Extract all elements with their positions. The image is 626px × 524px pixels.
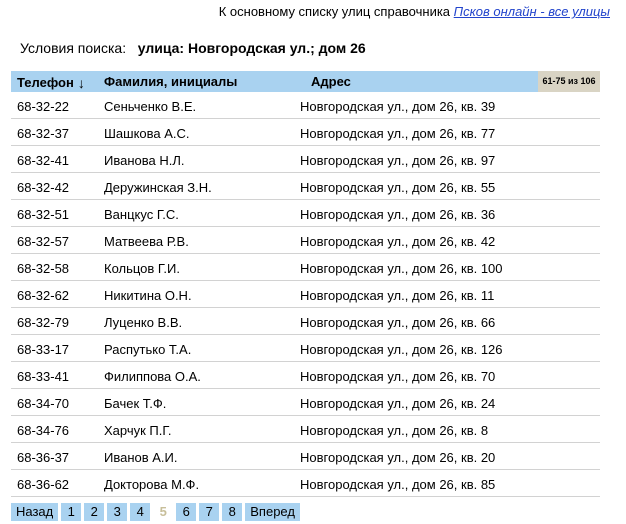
table-row: 68-32-57 Матвеева Р.В. Новгородская ул., д… xyxy=(11,227,600,254)
table-row: 68-32-62 Никитина О.Н. Новгородская ул., д… xyxy=(11,281,600,308)
phone-cell: 68-32-41 xyxy=(17,153,70,168)
sort-down-icon[interactable]: ↓ xyxy=(78,75,85,91)
table-header: Телефон ↓ Фамилия, инициалы Адрес 61-75 и… xyxy=(11,71,600,92)
address-cell: Новгородская ул., дом 26, кв. 20 xyxy=(300,450,496,465)
results-table: Телефон ↓ Фамилия, инициалы Адрес 61-75 и… xyxy=(11,71,600,497)
phone-cell: 68-32-51 xyxy=(17,207,70,222)
address-cell: Новгородская ул., дом 26, кв. 70 xyxy=(300,369,496,384)
phone-column-header[interactable]: Телефон ↓ xyxy=(17,74,85,91)
table-row: 68-32-37 Шашкова А.С. Новгородская ул., до… xyxy=(11,119,600,146)
page-button-6[interactable]: 6 xyxy=(176,503,197,521)
name-cell: Харчук П.Г. xyxy=(104,423,172,438)
address-cell: Новгородская ул., дом 26, кв. 39 xyxy=(300,99,496,114)
address-column-header: Адрес xyxy=(311,74,351,89)
top-link-text: К основному списку улиц справочника xyxy=(218,4,451,19)
table-row: 68-36-62 Докторова М.Ф. Новгородская ул., … xyxy=(11,470,600,497)
table-row: 68-34-70 Бачек Т.Ф. Новгородская ул., дом … xyxy=(11,389,600,416)
name-cell: Распутько Т.А. xyxy=(104,342,192,357)
pagination: Назад 12345678 Вперед xyxy=(11,503,300,521)
table-row: 68-32-22 Сеньченко В.Е. Новгородская ул., … xyxy=(11,92,600,119)
name-cell: Иванов А.И. xyxy=(104,450,178,465)
address-cell: Новгородская ул., дом 26, кв. 85 xyxy=(300,477,496,492)
phone-cell: 68-33-17 xyxy=(17,342,70,357)
name-cell: Иванова Н.Л. xyxy=(104,153,185,168)
search-criteria: улица: Новгородская ул.; дом 26 xyxy=(137,40,366,56)
table-row: 68-32-42 Деружинская З.Н. Новгородская ул.… xyxy=(11,173,600,200)
name-cell: Ванцкус Г.С. xyxy=(104,207,179,222)
table-row: 68-32-41 Иванова Н.Л. Новгородская ул., до… xyxy=(11,146,600,173)
phone-cell: 68-34-70 xyxy=(17,396,70,411)
name-cell: Матвеева Р.В. xyxy=(104,234,189,249)
address-cell: Новгородская ул., дом 26, кв. 100 xyxy=(300,261,503,276)
address-cell: Новгородская ул., дом 26, кв. 36 xyxy=(300,207,496,222)
page-button-3[interactable]: 3 xyxy=(107,503,128,521)
phone-cell: 68-32-37 xyxy=(17,126,70,141)
page-button-4[interactable]: 4 xyxy=(130,503,151,521)
name-cell: Сеньченко В.Е. xyxy=(104,99,197,114)
phone-cell: 68-34-76 xyxy=(17,423,70,438)
address-cell: Новгородская ул., дом 26, кв. 42 xyxy=(300,234,496,249)
table-row: 68-33-17 Распутько Т.А. Новгородская ул., … xyxy=(11,335,600,362)
address-cell: Новгородская ул., дом 26, кв. 66 xyxy=(300,315,496,330)
page-button-8[interactable]: 8 xyxy=(222,503,243,521)
address-cell: Новгородская ул., дом 26, кв. 8 xyxy=(300,423,489,438)
all-streets-link[interactable]: Псков онлайн - все улицы xyxy=(454,4,610,19)
phone-cell: 68-32-58 xyxy=(17,261,70,276)
table-row: 68-32-58 Кольцов Г.И. Новгородская ул., до… xyxy=(11,254,600,281)
prev-page-button[interactable]: Назад xyxy=(11,503,59,521)
phone-cell: 68-36-37 xyxy=(17,450,70,465)
table-row: 68-32-51 Ванцкус Г.С. Новгородская ул., до… xyxy=(11,200,600,227)
name-cell: Бачек Т.Ф. xyxy=(104,396,167,411)
next-page-button[interactable]: Вперед xyxy=(245,503,300,521)
phone-cell: 68-36-62 xyxy=(17,477,70,492)
phone-cell: 68-32-62 xyxy=(17,288,70,303)
phone-cell: 68-32-22 xyxy=(17,99,70,114)
phone-cell: 68-32-79 xyxy=(17,315,70,330)
search-conditions: Условия поиска: улица: Новгородская ул.;… xyxy=(20,40,366,56)
name-cell: Никитина О.Н. xyxy=(104,288,192,303)
address-cell: Новгородская ул., дом 26, кв. 11 xyxy=(300,288,495,303)
name-cell: Докторова М.Ф. xyxy=(104,477,200,492)
current-page-indicator: 5 xyxy=(153,503,174,521)
address-cell: Новгородская ул., дом 26, кв. 126 xyxy=(300,342,503,357)
table-row: 68-34-76 Харчук П.Г. Новгородская ул., дом… xyxy=(11,416,600,443)
address-cell: Новгородская ул., дом 26, кв. 77 xyxy=(300,126,496,141)
phone-cell: 68-33-41 xyxy=(17,369,70,384)
name-cell: Луценко В.В. xyxy=(104,315,183,330)
results-count: 61-75 из 106 xyxy=(538,71,600,92)
search-label: Условия поиска: xyxy=(20,40,127,56)
name-cell: Деружинская З.Н. xyxy=(104,180,212,195)
top-link-line: К основному списку улиц справочника Пско… xyxy=(219,4,610,19)
name-cell: Кольцов Г.И. xyxy=(104,261,180,276)
page-button-1[interactable]: 1 xyxy=(61,503,82,521)
table-row: 68-36-37 Иванов А.И. Новгородская ул., дом… xyxy=(11,443,600,470)
table-row: 68-33-41 Филиппова О.А. Новгородская ул., … xyxy=(11,362,600,389)
table-body: 68-32-22 Сеньченко В.Е. Новгородская ул., … xyxy=(11,92,600,497)
page-button-7[interactable]: 7 xyxy=(199,503,220,521)
page-button-2[interactable]: 2 xyxy=(84,503,105,521)
address-cell: Новгородская ул., дом 26, кв. 55 xyxy=(300,180,496,195)
name-cell: Филиппова О.А. xyxy=(104,369,201,384)
address-cell: Новгородская ул., дом 26, кв. 24 xyxy=(300,396,496,411)
phone-cell: 68-32-42 xyxy=(17,180,70,195)
phone-cell: 68-32-57 xyxy=(17,234,70,249)
address-cell: Новгородская ул., дом 26, кв. 97 xyxy=(300,153,496,168)
name-cell: Шашкова А.С. xyxy=(104,126,190,141)
name-column-header: Фамилия, инициалы xyxy=(104,74,238,89)
table-row: 68-32-79 Луценко В.В. Новгородская ул., до… xyxy=(11,308,600,335)
